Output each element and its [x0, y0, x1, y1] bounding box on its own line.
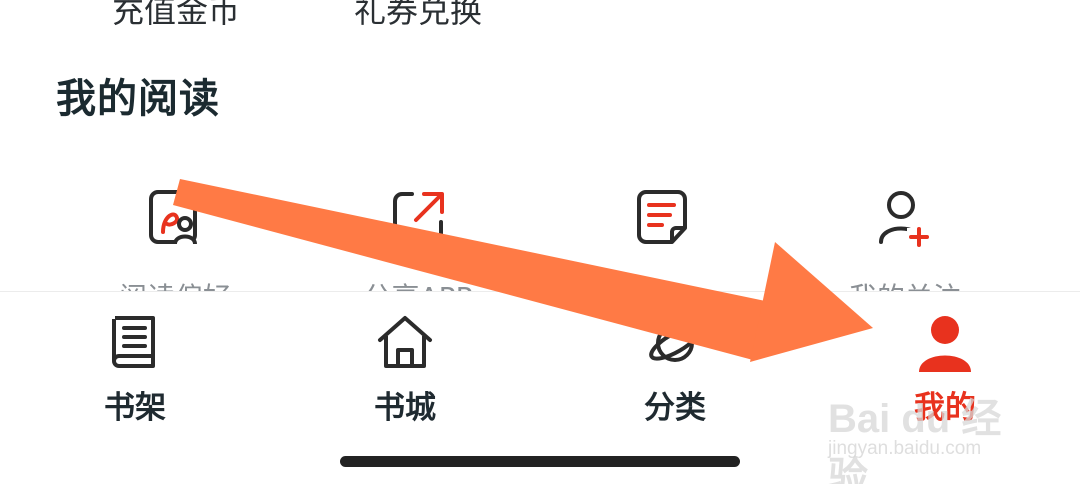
tab-mine[interactable]: 我的 — [865, 312, 1025, 432]
share-app-item[interactable]: 分享APP — [328, 188, 508, 314]
top-shortcuts-row: 充值金币 礼券兑换 — [0, 0, 1080, 30]
tab-bookstore-label: 书城 — [374, 390, 436, 426]
tab-bookstore[interactable]: 书城 — [325, 312, 485, 432]
profile-icon — [919, 316, 971, 372]
tab-bookshelf-label: 书架 — [104, 390, 166, 426]
tab-bookshelf[interactable]: 书架 — [55, 312, 215, 432]
recharge-coins-link[interactable]: 充值金币 — [112, 0, 240, 32]
reading-preference-icon — [149, 190, 197, 245]
my-reading-grid: 阅读偏好 分享APP 我的关注 — [0, 188, 1080, 314]
section-title-my-reading: 我的阅读 — [56, 75, 220, 122]
my-follow-item[interactable]: 我的关注 — [815, 188, 995, 314]
voucher-exchange-link[interactable]: 礼券兑换 — [354, 0, 482, 32]
notes-item[interactable] — [572, 188, 752, 298]
home-indicator[interactable] — [340, 456, 740, 467]
planet-icon — [649, 324, 701, 362]
share-app-icon — [393, 192, 444, 243]
tab-category-label: 分类 — [644, 390, 706, 426]
add-follow-icon — [879, 191, 929, 247]
bookshelf-icon — [112, 316, 155, 368]
reading-preference-item[interactable]: 阅读偏好 — [85, 188, 265, 314]
tab-mine-label: 我的 — [914, 390, 976, 426]
note-icon — [637, 190, 687, 244]
home-icon — [378, 316, 432, 368]
tab-category[interactable]: 分类 — [595, 312, 755, 432]
